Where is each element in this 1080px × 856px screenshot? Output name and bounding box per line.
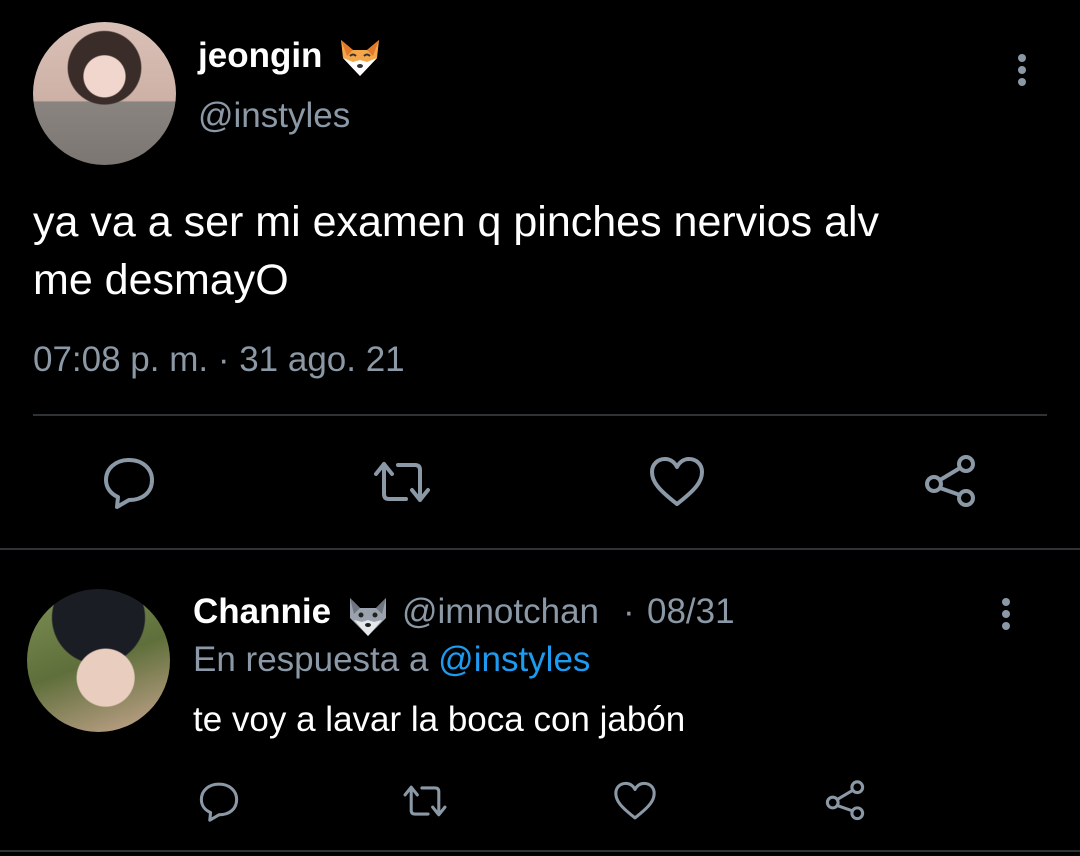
handle[interactable]: @instyles xyxy=(198,96,350,136)
tweet-timestamp[interactable]: 07:08 p. m. · 31 ago. 21 xyxy=(33,340,405,380)
more-options-icon[interactable] xyxy=(994,596,1018,636)
like-icon[interactable] xyxy=(647,452,707,512)
share-icon[interactable] xyxy=(822,778,868,824)
tweet-text-line1: ya va a ser mi examen q pinches nervios … xyxy=(33,198,880,246)
avatar-channie[interactable] xyxy=(27,589,170,732)
fox-emoji-icon xyxy=(337,36,383,80)
separator: · xyxy=(623,592,635,631)
tweet-text-line2: me desmayO xyxy=(33,256,289,304)
avatar-jeongin[interactable] xyxy=(33,22,176,165)
more-options-icon[interactable] xyxy=(1010,52,1034,92)
wolf-emoji-icon xyxy=(344,594,392,638)
reply-context: En respuesta a @instyles xyxy=(193,640,590,680)
reply-text: te voy a lavar la boca con jabón xyxy=(193,700,686,739)
reply-to-link[interactable]: @instyles xyxy=(438,640,590,679)
divider xyxy=(0,548,1080,550)
retweet-icon[interactable] xyxy=(372,452,432,512)
reply-display-name[interactable]: Channie xyxy=(193,592,331,632)
like-icon[interactable] xyxy=(612,778,658,824)
reply-icon[interactable] xyxy=(196,778,242,824)
divider xyxy=(0,850,1080,852)
tweet-text: ya va a ser mi examen q pinches nervios … xyxy=(33,193,1043,309)
reply-date[interactable]: 08/31 xyxy=(647,592,735,632)
divider xyxy=(33,414,1047,416)
reply-icon[interactable] xyxy=(99,452,159,512)
reply-prefix: En respuesta a xyxy=(193,640,429,679)
reply-handle[interactable]: @imnotchan xyxy=(402,592,599,632)
display-name[interactable]: jeongin xyxy=(198,36,322,76)
retweet-icon[interactable] xyxy=(402,778,448,824)
share-icon[interactable] xyxy=(920,452,980,512)
